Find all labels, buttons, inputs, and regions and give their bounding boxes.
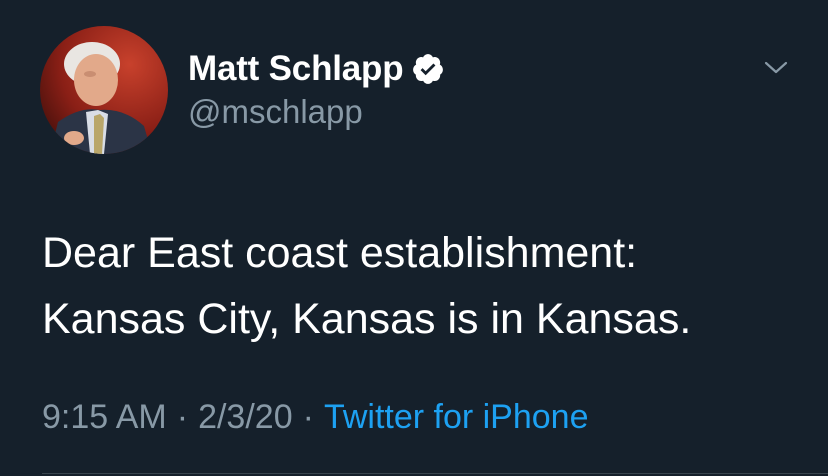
tweet-metadata: 9:15 AM · 2/3/20 · Twitter for iPhone [42, 398, 589, 437]
tweet-text-line: Kansas City, Kansas is in Kansas. [42, 295, 692, 343]
tweet-text: Dear East coast establishment: Kansas Ci… [42, 220, 802, 352]
username-handle[interactable]: @mschlapp [188, 93, 363, 131]
tweet-text-line: Dear East coast establishment: [42, 229, 638, 277]
verified-badge-icon [411, 52, 445, 86]
separator-dot: · [176, 398, 189, 436]
tweet-source-link[interactable]: Twitter for iPhone [324, 398, 589, 437]
chevron-down-icon[interactable] [760, 56, 792, 80]
tweet-detail: Matt Schlapp @mschlapp Dear East coast e… [0, 0, 828, 476]
separator-dot: · [302, 398, 314, 436]
tweet-time[interactable]: 9:15 AM [42, 398, 167, 437]
avatar[interactable] [40, 26, 168, 154]
tweet-date[interactable]: 2/3/20 [198, 398, 293, 437]
display-name[interactable]: Matt Schlapp [188, 49, 404, 89]
author-name-row[interactable]: Matt Schlapp [188, 46, 445, 92]
divider [42, 473, 828, 474]
avatar-photo [40, 26, 168, 154]
